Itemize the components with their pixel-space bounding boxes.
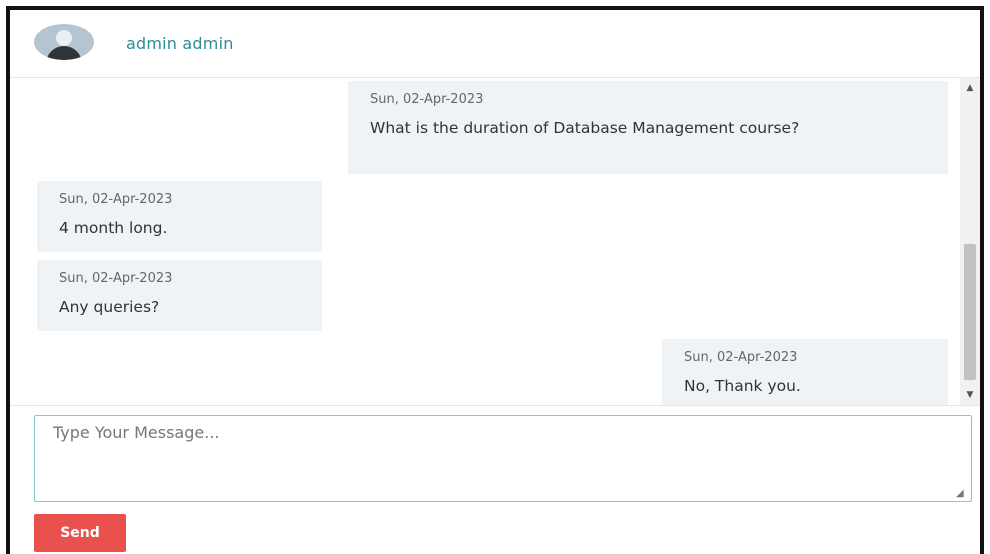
scrollbar-thumb[interactable]	[964, 244, 976, 380]
message-date: Sun, 02-Apr-2023	[684, 350, 798, 365]
message-text: 4 month long.	[59, 219, 168, 237]
message-bubble-received: Sun, 02-Apr-2023 Any queries?	[37, 260, 322, 331]
message-list[interactable]: Sun, 02-Apr-2023 What is the duration of…	[10, 78, 960, 405]
contact-name[interactable]: admin admin	[126, 34, 234, 53]
message-input[interactable]	[34, 415, 972, 502]
message-text: No, Thank you.	[684, 377, 801, 395]
send-button[interactable]: Send	[34, 514, 126, 552]
message-bubble-received: Sun, 02-Apr-2023 4 month long.	[37, 181, 322, 252]
message-text: Any queries?	[59, 298, 160, 316]
resize-grip-icon[interactable]: ◢	[956, 488, 968, 500]
message-date: Sun, 02-Apr-2023	[59, 192, 173, 207]
avatar-body	[46, 46, 82, 60]
message-date: Sun, 02-Apr-2023	[59, 271, 173, 286]
chat-window: admin admin Sun, 02-Apr-2023 What is the…	[6, 6, 984, 554]
message-scrollbar[interactable]: ▲ ▼	[960, 78, 980, 405]
message-composer: ◢ Send	[10, 405, 980, 554]
scroll-up-arrow-icon[interactable]: ▲	[960, 80, 980, 96]
message-bubble-sent: Sun, 02-Apr-2023 No, Thank you.	[662, 339, 948, 405]
avatar-head	[56, 30, 72, 46]
scroll-down-arrow-icon[interactable]: ▼	[960, 387, 980, 403]
chat-header: admin admin	[10, 10, 980, 78]
user-avatar-icon	[34, 24, 94, 60]
message-bubble-sent: Sun, 02-Apr-2023 What is the duration of…	[348, 81, 948, 174]
message-date: Sun, 02-Apr-2023	[370, 92, 484, 107]
message-text: What is the duration of Database Managem…	[370, 119, 800, 137]
